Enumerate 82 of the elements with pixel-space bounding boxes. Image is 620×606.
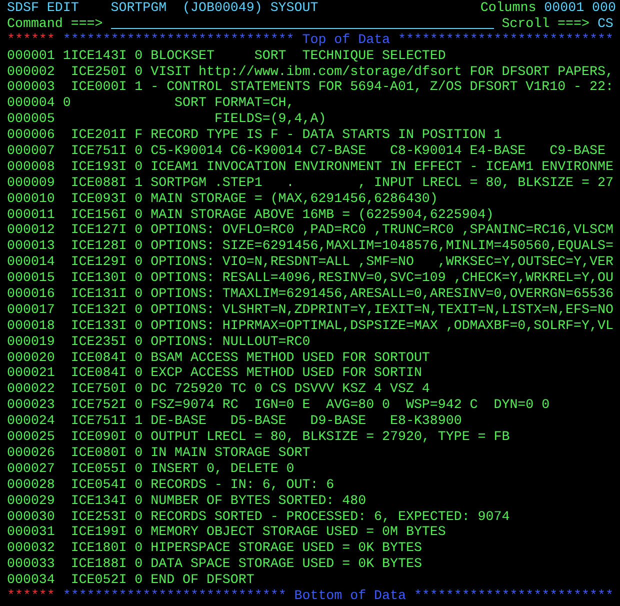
log-text: ICE084I 0 EXCP ACCESS METHOD USED FOR SORTIN (70, 365, 422, 382)
scroll-value[interactable]: CS (597, 16, 614, 32)
line-number: 000022 (7, 381, 55, 398)
log-text: ICE055I 0 INSERT 0, DELETE 0 (70, 460, 294, 477)
log-text: ICE250I 0 VISIT http://www.ibm.com/storage/dfsort FOR DFSORT PAPERS, (70, 64, 614, 80)
columns-value: 00001 000 (544, 0, 616, 15)
line-number: 000026 (7, 444, 55, 461)
line-number: 000023 (7, 397, 55, 414)
line-number: 000017 (7, 302, 55, 318)
line-number: 000018 (7, 318, 55, 334)
line-number: 000002 (7, 64, 55, 80)
log-text: ICE132I 0 OPTIONS: VLSHRT=N,ZDPRINT=Y,IEXIT=N,TEXIT=N,LISTX=N,EFS=NO (70, 302, 614, 318)
log-text: ICE751I 0 C5-K90014 C6-K90014 C7-BASE C8-K90014 E4-BASE C9-BASE (70, 143, 606, 159)
log-text: ICE180I 0 HIPERSPACE STORAGE USED = 0K BYTES (70, 540, 422, 556)
log-text: ICE054I 0 RECORDS - IN: 6, OUT: 6 (70, 476, 334, 493)
marker-stars: ****** **************************** (7, 588, 286, 604)
command-label: Command ===> (7, 16, 103, 32)
log-text: FIELDS=(9,4,A) (213, 111, 326, 128)
line-number: 000013 (7, 238, 55, 254)
log-text: SORT FORMAT=CH, (174, 95, 294, 112)
line-number: 000029 (7, 492, 55, 509)
log-text: ICE199I 0 MEMORY OBJECT STORAGE USED = 0M BYTES (70, 524, 446, 540)
marker-stars: *************************** (398, 32, 614, 48)
line-number: 000032 (7, 540, 55, 556)
log-text: ICE000I 1 - CONTROL STATEMENTS FOR 5694-A01, Z/OS DFSORT V1R10 - 22: (70, 79, 614, 96)
line-number: 000021 (7, 365, 55, 382)
log-text: ICE253I 0 RECORDS SORTED - PROCESSED: 6, EXPECTED: 9074 (70, 508, 510, 524)
line-number: 000030 (7, 508, 55, 524)
line-number: 000014 (7, 254, 55, 270)
line-number: 000027 (7, 460, 55, 477)
marker-stars: ************************* (414, 588, 614, 604)
line-number: 000012 (7, 222, 55, 238)
log-text: ICE127I 0 OPTIONS: OVFLO=RC0 ,PAD=RC0 ,TRUNC=RC0 ,SPANINC=RC16,VLSCM (70, 222, 614, 238)
line-number: 000001 (7, 48, 55, 64)
line-number: 000031 (7, 524, 55, 540)
bottom-of-data-label: Bottom of Data (294, 588, 406, 604)
log-text: ICE750I 0 DC 725920 TC 0 CS DSVVV KSZ 4 VSZ 4 (70, 381, 430, 398)
columns-label: Columns (480, 0, 536, 15)
line-number: 000015 (7, 270, 55, 286)
log-text: ICE088I 1 SORTPGM .STEP1 . , INPUT LRECL = 80, BLKSIZE = 27 (70, 174, 614, 191)
log-text: ICE156I 0 MAIN STORAGE ABOVE 16MB = (6225904,6225904) (70, 206, 494, 222)
log-text: ICE751I 1 DE-BASE D5-BASE D9-BASE E8-K38900 (70, 413, 462, 430)
log-text: ICE129I 0 OPTIONS: VIO=N,RESDNT=ALL ,SMF=NO ,WRKSEC=Y,OUTSEC=Y,VER (70, 254, 614, 270)
line-number: 000003 (7, 79, 55, 96)
line-number: 000005 (7, 111, 55, 128)
log-text: ICE052I 0 END OF DFSORT (70, 572, 254, 588)
log-text: ICE193I 0 ICEAM1 INVOCATION ENVIRONMENT IN EFFECT - ICEAM1 ENVIRONME (70, 158, 614, 175)
log-text: ICE084I 0 BSAM ACCESS METHOD USED FOR SORTOUT (70, 350, 430, 366)
line-number: 000028 (7, 476, 55, 493)
scroll-label: Scroll ===> (502, 16, 590, 32)
log-text: ICE134I 0 NUMBER OF BYTES SORTED: 480 (70, 492, 366, 509)
line-number: 000006 (7, 127, 55, 144)
log-text: ICE080I 0 IN MAIN STORAGE SORT (70, 444, 310, 461)
line-number: 000020 (7, 350, 55, 366)
log-text: ICE143I 0 BLOCKSET SORT TECHNIQUE SELECTED (70, 48, 446, 64)
log-text: ICE090I 0 OUTPUT LRECL = 80, BLKSIZE = 27920, TYPE = FB (70, 429, 510, 445)
line-number: 000016 (7, 286, 55, 302)
log-text: ICE133I 0 OPTIONS: HIPRMAX=OPTIMAL,DSPSIZE=MAX ,ODMAXBF=0,SOLRF=Y,VL (70, 318, 614, 334)
log-text: ICE131I 0 OPTIONS: TMAXLIM=6291456,ARESALL=0,ARESINV=0,OVERRGN=65536 (70, 286, 614, 302)
log-text: ICE201I F RECORD TYPE IS F - DATA STARTS IN POSITION 1 (70, 127, 502, 144)
line-number: 000004 (7, 95, 55, 112)
log-text: ICE752I 0 FSZ=9074 RC IGN=0 E AVG=80 0 WSP=942 C DYN=0 0 (70, 397, 550, 414)
line-number: 000009 (7, 174, 55, 191)
line-number: 000024 (7, 413, 55, 430)
log-text: ICE128I 0 OPTIONS: SIZE=6291456,MAXLIM=1048576,MINLIM=450560,EQUALS= (70, 238, 614, 254)
line-number: 000008 (7, 158, 55, 175)
carriage-control: 0 (62, 95, 71, 112)
line-number: 000033 (7, 556, 55, 572)
log-text: ICE093I 0 MAIN STORAGE = (MAX,6291456,6286430) (70, 190, 438, 207)
line-number: 000011 (7, 206, 55, 222)
carriage-control: 1 (62, 48, 71, 64)
log-text: ICE235I 0 OPTIONS: NULLOUT=RC0 (70, 334, 310, 350)
top-of-data-label: Top of Data (302, 32, 390, 48)
line-number: 000025 (7, 429, 55, 445)
line-number: 000007 (7, 143, 55, 159)
line-number: 000010 (7, 190, 55, 207)
marker-stars: ****** ***************************** (7, 32, 294, 48)
line-number: 000034 (7, 572, 55, 588)
log-text: ICE130I 0 OPTIONS: RESALL=4096,RESINV=0,SVC=109 ,CHECK=Y,WRKREL=Y,OU (70, 270, 614, 286)
log-text: ICE188I 0 DATA SPACE STORAGE USED = 0K BYTES (70, 556, 422, 572)
screen-title: SDSF EDIT SORTPGM (JOB00049) SYSOUT (7, 0, 318, 16)
line-number: 000019 (7, 334, 55, 350)
